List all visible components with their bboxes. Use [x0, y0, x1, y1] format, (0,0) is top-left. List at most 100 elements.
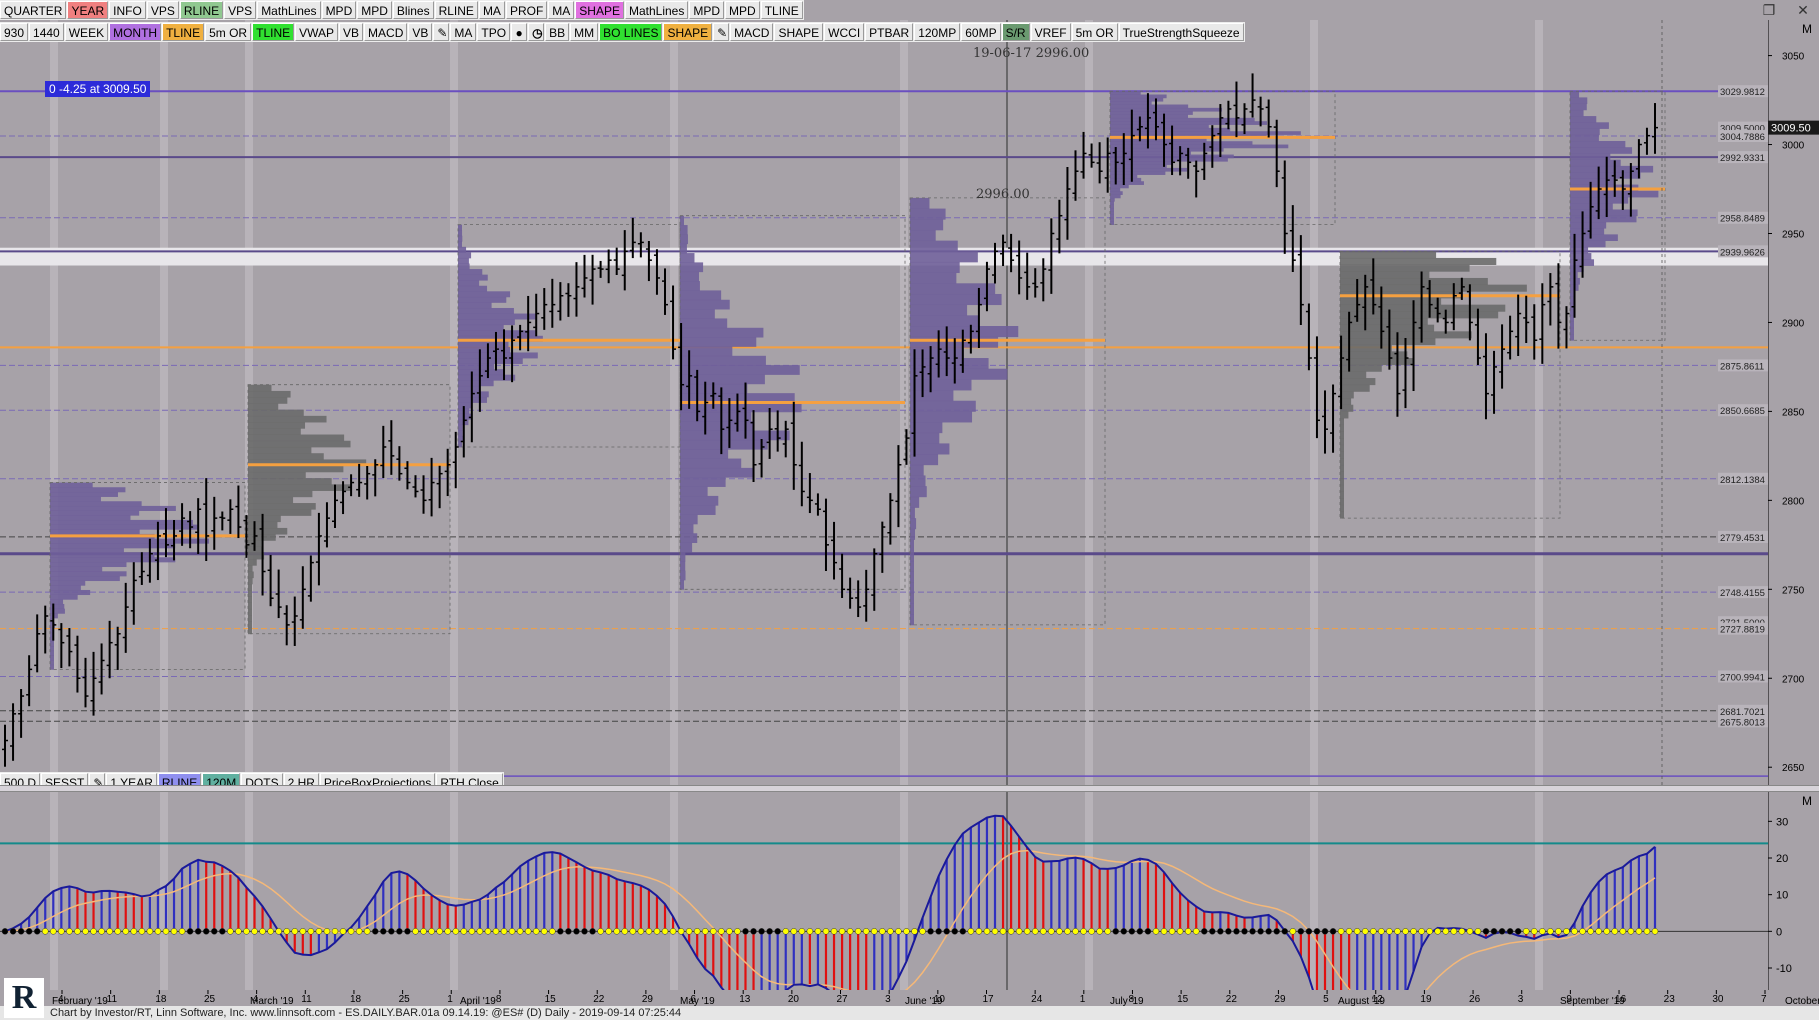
squeeze-dot [1096, 928, 1103, 935]
toolbar-btn-prof[interactable]: PROF [505, 1, 548, 19]
toolbar-btn-year[interactable]: YEAR [67, 1, 109, 19]
restore-icon[interactable]: ❐ [1756, 0, 1782, 20]
volume-profile-bar [680, 477, 726, 487]
level-label: 2996.00 [976, 187, 1030, 202]
toolbar-btn-s-r[interactable]: S/R [1001, 23, 1030, 41]
toolbar-btn-ma[interactable]: MA [450, 23, 477, 41]
volume-profile-bar [248, 471, 306, 479]
toolbar-btn-tline[interactable]: TLINE [252, 23, 295, 41]
squeeze-dot [565, 928, 572, 935]
date-tick-label: 22 [593, 994, 605, 1005]
toolbar-btn-vb[interactable]: VB [408, 23, 433, 41]
toolbar-btn-mpd[interactable]: MPD [689, 1, 725, 19]
volume-profile-bar [910, 539, 914, 551]
toolbar-btn-mpd[interactable]: MPD [321, 1, 357, 19]
toolbar-btn-mpd[interactable]: MPD [725, 1, 760, 19]
panel-divider[interactable] [0, 785, 1819, 792]
date-tick-label: 13 [739, 994, 751, 1005]
squeeze-dot [653, 928, 661, 935]
volume-profile-bar [1570, 109, 1584, 117]
squeeze-dot [1506, 928, 1514, 935]
price-axis[interactable]: 3050 3000 2950 2900 2850 2800 2750 2700 2650 3009… [1768, 20, 1819, 785]
volume-profile-bar [910, 368, 1008, 380]
toolbar-btn-ma[interactable]: MA [548, 1, 575, 19]
toolbar-btn-mpd[interactable]: MPD [357, 1, 392, 19]
toolbar-btn-mathlines[interactable]: MathLines [624, 1, 689, 19]
volume-profile-bar [1340, 264, 1470, 272]
volume-profile-bar [50, 571, 127, 577]
toolbar-btn-vps[interactable]: VPS [224, 1, 257, 19]
squeeze-dot [1587, 928, 1594, 935]
price-chart[interactable]: 3029.98123009.50003004.78862992.93312958… [0, 20, 1768, 785]
toolbar-btn-mm[interactable]: MM [570, 23, 599, 41]
date-tick-label: 24 [1031, 994, 1043, 1005]
volume-profile-bar [1340, 458, 1344, 466]
price-tag-label: 2748.4155 [1720, 588, 1765, 599]
toolbar-btn-macd[interactable]: MACD [730, 23, 774, 41]
toolbar-btn-wcci[interactable]: WCCI [824, 23, 865, 41]
squeeze-dot [1160, 928, 1168, 935]
toolbar-btn-120mp[interactable]: 120MP [914, 23, 961, 41]
toolbar-btn-shape[interactable]: SHAPE [774, 23, 824, 41]
squeeze-dot [1305, 928, 1313, 935]
toolbar-btn-vref[interactable]: VREF [1030, 23, 1071, 41]
toolbar-btn-rline[interactable]: RLINE [179, 1, 224, 19]
toolbar-btn-shape[interactable]: SHAPE [663, 23, 713, 41]
toolbar-btn-mathlines[interactable]: MathLines [257, 1, 321, 19]
toolbar-btn-5m-or[interactable]: 5m OR [205, 23, 252, 41]
toolbar-btn-1440[interactable]: 1440 [29, 23, 64, 41]
panel-menu-marker[interactable]: M [1802, 22, 1812, 36]
volume-profile-bar [248, 546, 264, 554]
volume-profile-bar [458, 369, 505, 376]
osc-menu-marker[interactable]: M [1802, 794, 1812, 808]
volume-profile-bar [50, 608, 65, 614]
toolbar-btn-quarter[interactable]: QUARTER [0, 1, 67, 19]
crosshair-value: 2996.00 [1035, 46, 1090, 61]
squeeze-dot [1627, 928, 1635, 935]
toolbar-btn-vps[interactable]: VPS [146, 1, 179, 19]
toolbar-btn-bo-lines[interactable]: BO LINES [599, 23, 663, 41]
squeeze-dot [983, 928, 991, 935]
volume-profile-bar [1570, 234, 1618, 242]
toolbar-btn-tline[interactable]: TLINE [162, 23, 205, 41]
toolbar-btn-shape[interactable]: SHAPE [575, 1, 624, 19]
toolbar-btn-week[interactable]: WEEK [64, 23, 109, 41]
squeeze-dot [1217, 928, 1224, 935]
toolbar-btn-macd[interactable]: MACD [364, 23, 408, 41]
pencil-icon[interactable]: ✎ [713, 23, 730, 41]
volume-profile-bar [1340, 431, 1344, 439]
squeeze-dot [492, 928, 500, 935]
toolbar-btn-tline[interactable]: TLINE [760, 1, 803, 19]
close-icon[interactable]: ✕ [1790, 0, 1816, 20]
toolbar-btn-vwap[interactable]: VWAP [295, 23, 339, 41]
clock-icon[interactable]: ◷ [528, 23, 545, 41]
toolbar-btn-60mp[interactable]: 60MP [961, 23, 1001, 41]
squeeze-dot [251, 928, 258, 935]
oscillator-panel[interactable] [0, 792, 1768, 990]
volume-profile-bar [50, 650, 54, 656]
toolbar-btn-ptbar[interactable]: PTBAR [865, 23, 914, 41]
volume-profile-bar [248, 397, 288, 404]
volume-profile-bar [1570, 296, 1574, 304]
toolbar-btn-930[interactable]: 930 [0, 23, 29, 41]
toolbar-btn-month[interactable]: MONTH [109, 23, 162, 41]
volume-profile-bar [1110, 177, 1142, 182]
squeeze-dot [935, 928, 942, 935]
toolbar-btn-truestrengthsqueeze[interactable]: TrueStrengthSqueeze [1118, 23, 1244, 41]
squeeze-dot [1329, 928, 1337, 935]
toolbar-btn-rline[interactable]: RLINE [434, 1, 478, 19]
squeeze-dot [1643, 928, 1651, 935]
pencil-icon[interactable]: ✎ [433, 23, 450, 41]
drop-icon[interactable]: ● [511, 23, 528, 41]
toolbar-btn-vb[interactable]: VB [339, 23, 364, 41]
price-tag-label: 2939.9626 [1720, 247, 1765, 258]
toolbar-btn-tpo[interactable]: TPO [477, 23, 511, 41]
toolbar-btn-bb[interactable]: BB [545, 23, 570, 41]
toolbar-btn-5m-or[interactable]: 5m OR [1071, 23, 1118, 41]
toolbar-btn-ma[interactable]: MA [478, 1, 505, 19]
toolbar-btn-blines[interactable]: Blines [392, 1, 434, 19]
toolbar-btn-info[interactable]: INFO [109, 1, 146, 19]
price-tag: 2727.8819 [1718, 622, 1768, 636]
squeeze-dot [1466, 928, 1474, 935]
squeeze-dot [1651, 928, 1659, 935]
